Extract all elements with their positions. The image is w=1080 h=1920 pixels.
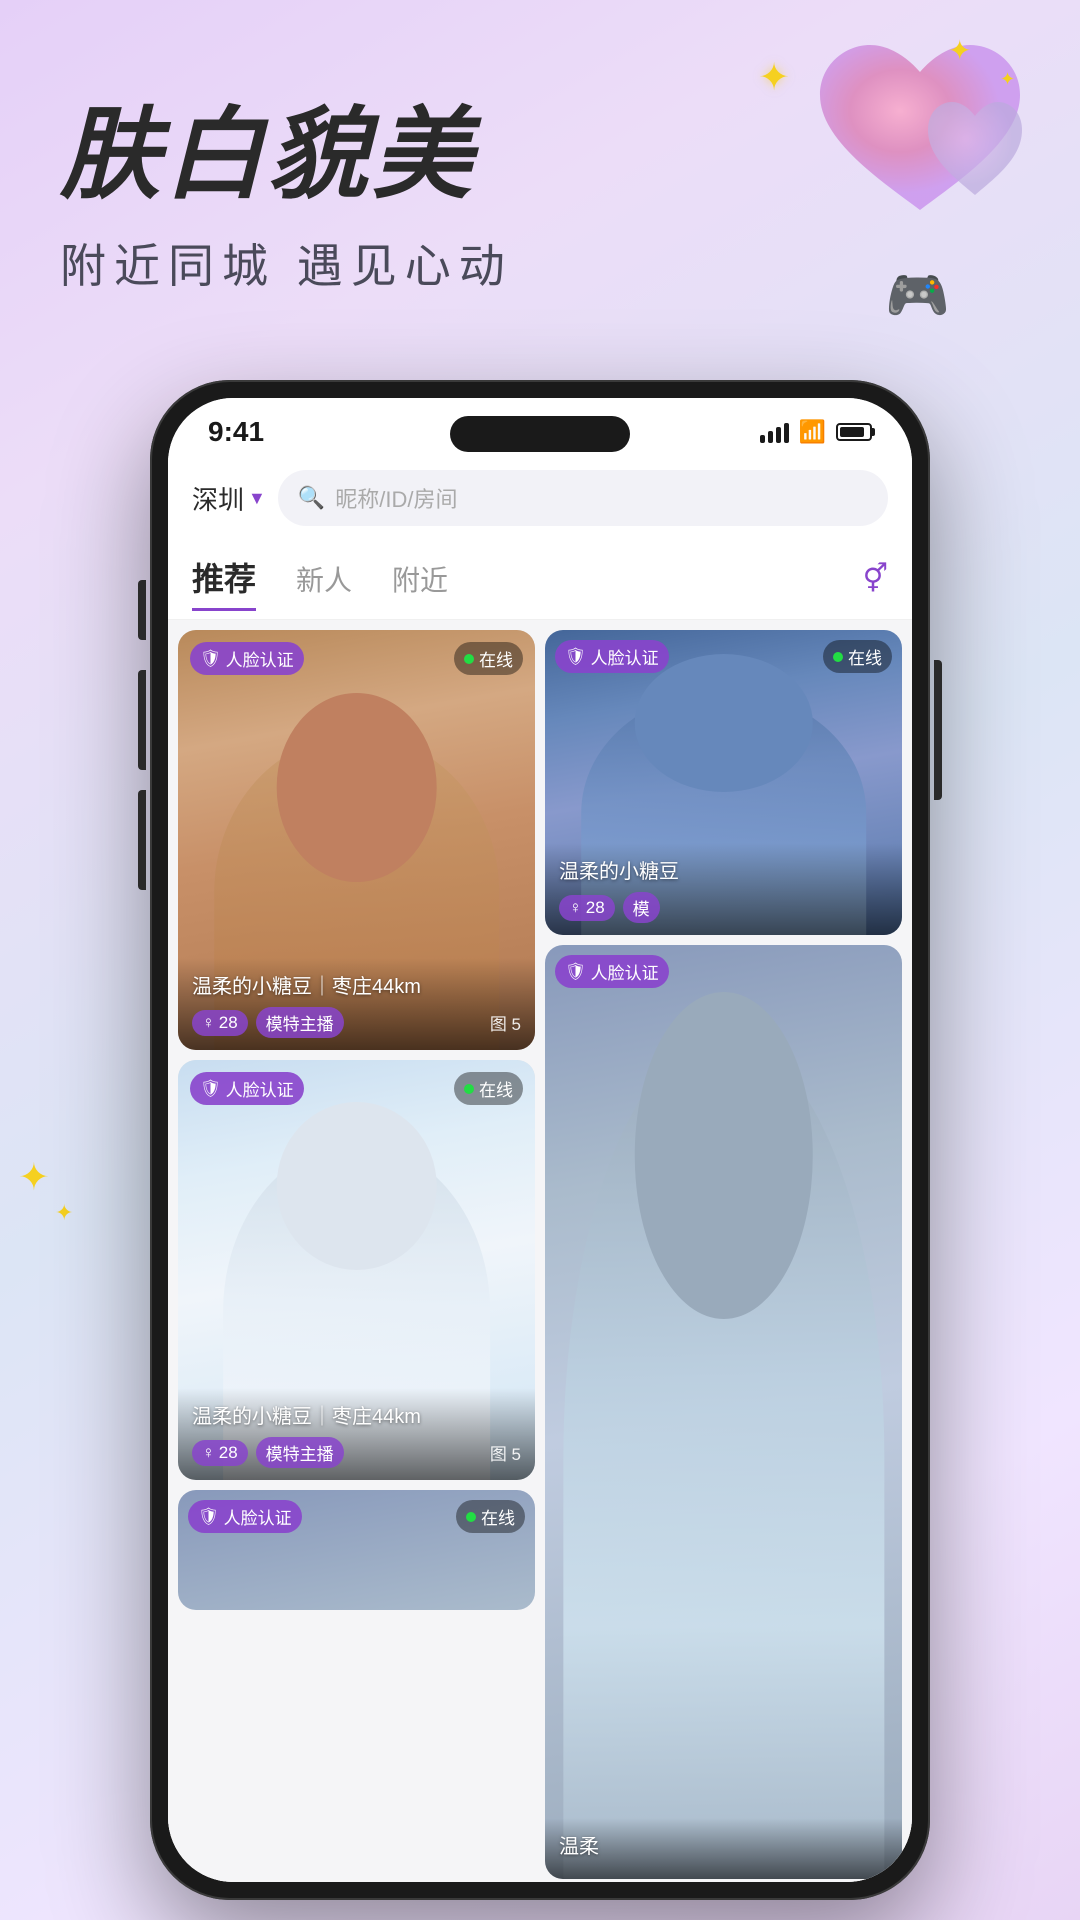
card-4-name: 温柔 — [559, 1830, 888, 1859]
phone-screen: 9:41 📶 — [168, 398, 912, 1882]
card-2-age-tag: ♀ 28 — [559, 895, 615, 921]
shield-icon: 🛡 — [200, 1079, 222, 1099]
verified-badge-3: 🛡 人脸认证 — [190, 1072, 304, 1105]
online-badge-2: 在线 — [823, 640, 892, 673]
heart-decoration: ✦ ✦ — [800, 30, 1040, 240]
card-5-top-badges: 🛡 人脸认证 在线 — [188, 1500, 525, 1533]
card-1-tags: ♀ 28 模特主播 图 5 — [192, 1007, 521, 1038]
sparkle-top-right: ✦ — [758, 55, 790, 100]
sparkle-controller: 🎮 — [885, 265, 950, 326]
location-text: 深圳 — [192, 480, 244, 517]
shield-icon: 🛡 — [565, 647, 587, 667]
dynamic-island — [450, 416, 630, 452]
hero-title: 肤白貌美 — [60, 100, 513, 210]
chevron-down-icon: ▼ — [248, 488, 266, 509]
status-time: 9:41 — [208, 416, 264, 448]
app-content: 深圳 ▼ 🔍 昵称/ID/房间 推荐 新人 — [168, 458, 912, 1882]
wifi-icon: 📶 — [799, 419, 826, 445]
card-2-role-tag: 模 — [623, 892, 660, 923]
gender-filter-icon[interactable]: ⚥ — [863, 562, 888, 595]
online-badge-5: 在线 — [456, 1500, 525, 1533]
phone-mockup: 9:41 📶 — [150, 380, 930, 1880]
person-icon: ♀ — [569, 898, 582, 918]
tabs-row: 推荐 新人 附近 ⚥ — [168, 538, 912, 620]
verified-badge-4: 🛡 人脸认证 — [555, 955, 669, 988]
card-3-top-badges: 🛡 人脸认证 在线 — [190, 1072, 523, 1105]
svg-text:✦: ✦ — [948, 35, 971, 66]
card-2-overlay: 温柔的小糖豆 ♀ 28 模 — [545, 843, 902, 935]
card-3-photo-tag: 图 5 — [490, 1440, 521, 1465]
card-3-name: 温柔的小糖豆｜枣庄44km — [192, 1400, 521, 1429]
status-icons: 📶 — [760, 419, 872, 445]
card-1-role-tag: 模特主播 — [256, 1007, 344, 1038]
tab-recommend[interactable]: 推荐 — [192, 546, 256, 611]
card-1-age-tag: ♀ 28 — [192, 1010, 248, 1036]
card-1[interactable]: 🛡 人脸认证 在线 温柔的小糖豆｜枣庄44km — [178, 630, 535, 1050]
person-icon: ♀ — [202, 1443, 215, 1463]
tab-newbie[interactable]: 新人 — [296, 551, 352, 607]
card-2[interactable]: 🛡 人脸认证 在线 温柔的小糖豆 — [545, 630, 902, 935]
sparkle-left-middle: ✦ — [18, 1155, 50, 1200]
card-1-photo-tag: 图 5 — [490, 1010, 521, 1035]
left-column: 🛡 人脸认证 在线 温柔的小糖豆｜枣庄44km — [178, 630, 535, 1879]
card-4-image — [545, 945, 902, 1879]
hero-subtitle: 附近同城 遇见心动 — [60, 230, 513, 296]
search-placeholder: 昵称/ID/房间 — [335, 482, 457, 514]
online-badge-3: 在线 — [454, 1072, 523, 1105]
shield-icon: 🛡 — [200, 649, 222, 669]
verified-badge-1: 🛡 人脸认证 — [190, 642, 304, 675]
verified-badge-5: 🛡 人脸认证 — [188, 1500, 302, 1533]
hero-section: 肤白貌美 附近同城 遇见心动 — [60, 100, 513, 296]
online-badge-1: 在线 — [454, 642, 523, 675]
card-3[interactable]: 🛡 人脸认证 在线 温柔的小糖豆｜枣庄44km — [178, 1060, 535, 1480]
battery-icon — [836, 423, 872, 441]
right-column: 🛡 人脸认证 在线 温柔的小糖豆 — [545, 630, 902, 1879]
card-1-name: 温柔的小糖豆｜枣庄44km — [192, 970, 521, 999]
card-2-name: 温柔的小糖豆 — [559, 855, 888, 884]
tab-nearby[interactable]: 附近 — [392, 551, 448, 607]
card-5-partial[interactable]: 🛡 人脸认证 在线 — [178, 1490, 535, 1610]
card-4-top-badges: 🛡 人脸认证 — [555, 955, 892, 988]
search-icon: 🔍 — [298, 485, 325, 511]
card-4[interactable]: 🛡 人脸认证 温柔 — [545, 945, 902, 1879]
card-2-top-badges: 🛡 人脸认证 在线 — [555, 640, 892, 673]
svg-text:✦: ✦ — [1000, 69, 1015, 89]
card-3-overlay: 温柔的小糖豆｜枣庄44km ♀ 28 模特主播 — [178, 1388, 535, 1480]
search-bar-container: 深圳 ▼ 🔍 昵称/ID/房间 — [168, 458, 912, 538]
card-3-role-tag: 模特主播 — [256, 1437, 344, 1468]
sparkle-left-small: ✦ — [55, 1200, 73, 1226]
phone-outer-frame: 9:41 📶 — [150, 380, 930, 1900]
card-3-age-tag: ♀ 28 — [192, 1440, 248, 1466]
signal-icon — [760, 421, 789, 443]
card-1-top-badges: 🛡 人脸认证 在线 — [190, 642, 523, 675]
person-icon: ♀ — [202, 1013, 215, 1033]
verified-badge-2: 🛡 人脸认证 — [555, 640, 669, 673]
shield-icon: 🛡 — [198, 1507, 220, 1527]
search-input-wrapper[interactable]: 🔍 昵称/ID/房间 — [278, 470, 888, 526]
card-2-tags: ♀ 28 模 — [559, 892, 888, 923]
card-4-overlay: 温柔 — [545, 1818, 902, 1879]
card-1-overlay: 温柔的小糖豆｜枣庄44km ♀ 28 模特主播 — [178, 958, 535, 1050]
card-3-tags: ♀ 28 模特主播 图 5 — [192, 1437, 521, 1468]
location-selector[interactable]: 深圳 ▼ — [192, 480, 266, 517]
shield-icon: 🛡 — [565, 962, 587, 982]
